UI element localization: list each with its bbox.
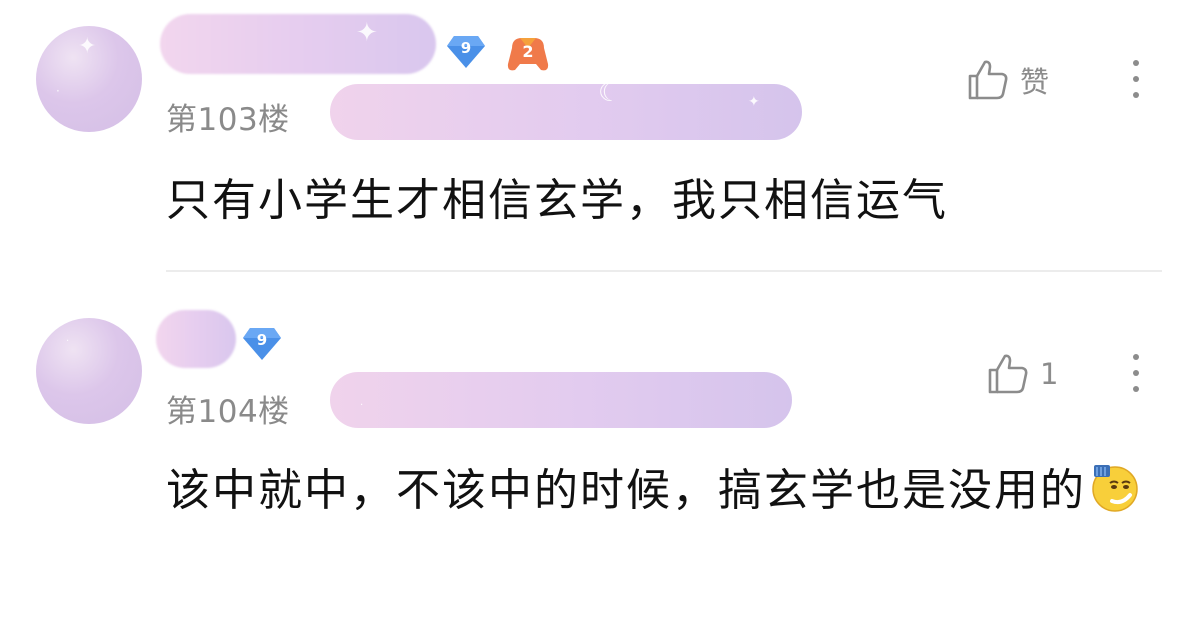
- like-button[interactable]: 赞: [966, 58, 1049, 102]
- more-options-button[interactable]: [1126, 352, 1146, 396]
- smirk-emoji-icon: [1088, 461, 1140, 513]
- comment-item: ✦ · ✦ 9 2 第103楼 ☾ ✦ 赞 只有小学生才相信玄学，我只相信运气: [0, 0, 1200, 272]
- floor-label: 第104楼: [166, 394, 290, 430]
- bio-blurred: [330, 372, 792, 428]
- like-button[interactable]: 1: [986, 352, 1058, 396]
- level-badge: 9: [446, 34, 486, 70]
- like-label: 赞: [1020, 65, 1050, 99]
- level-badge: 9: [242, 326, 282, 362]
- like-count: 1: [1040, 357, 1059, 391]
- username-blurred[interactable]: [160, 14, 436, 74]
- level-number: 9: [256, 331, 268, 349]
- avatar[interactable]: ✦ ·: [36, 26, 142, 132]
- comment-text-body: 该中就中，不该中的时候，搞玄学也是没用的: [166, 465, 1086, 516]
- username-blurred[interactable]: [156, 310, 236, 368]
- level-number: 9: [460, 39, 472, 57]
- medal-number: 2: [522, 42, 534, 61]
- floor-label: 第103楼: [166, 102, 290, 138]
- more-options-button[interactable]: [1126, 58, 1146, 102]
- bio-blurred: [330, 84, 802, 140]
- comment-text: 只有小学生才相信玄学，我只相信运气: [166, 175, 948, 226]
- avatar[interactable]: ·: [36, 318, 142, 424]
- comment-item: · 9 第104楼 · 1 该中就中，不该中的时候，搞玄学也是没用的: [0, 272, 1200, 624]
- thumbs-up-icon: [968, 60, 1008, 100]
- thumbs-up-icon: [988, 354, 1028, 394]
- comment-text: 该中就中，不该中的时候，搞玄学也是没用的: [166, 458, 1156, 524]
- medal-badge: 2: [506, 34, 550, 74]
